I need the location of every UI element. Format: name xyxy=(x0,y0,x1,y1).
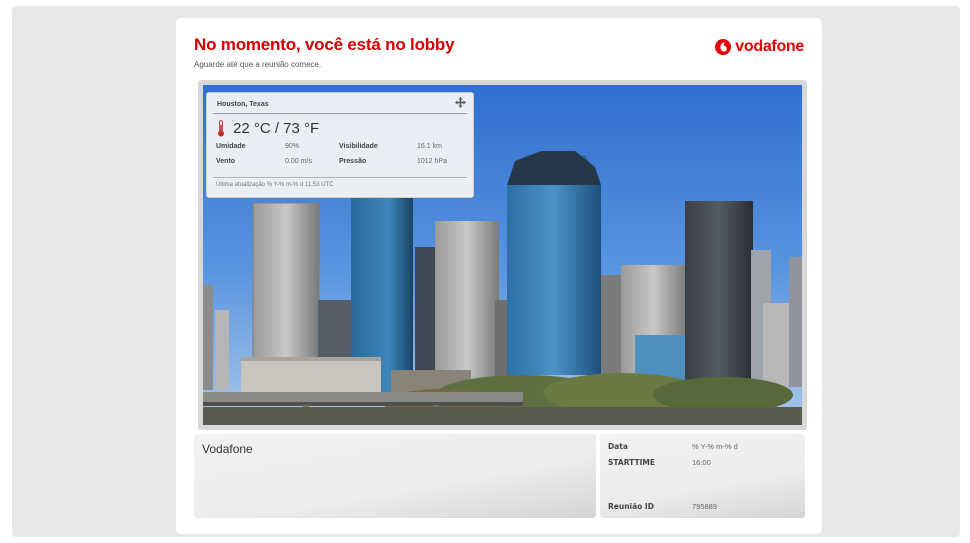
weather-divider xyxy=(213,113,467,114)
brand-name: vodafone xyxy=(735,38,804,55)
weather-temperature: 22 °C / 73 °F xyxy=(233,120,320,137)
thermometer-icon xyxy=(218,120,224,137)
meeting-id-value: 795889 xyxy=(692,502,718,511)
meeting-id-label: Reunião ID xyxy=(608,502,654,511)
humidity-value: 90% xyxy=(285,143,300,150)
move-icon[interactable] xyxy=(455,97,466,108)
start-time-value: 16:00 xyxy=(692,458,711,467)
page-title: No momento, você está no lobby xyxy=(194,35,455,54)
start-time-label: STARTTIME xyxy=(608,458,655,467)
visibility-value: 16.1 km xyxy=(417,143,442,150)
lobby-card: No momento, você está no lobby Aguarde a… xyxy=(176,18,822,534)
visibility-label: Visibilidade xyxy=(339,143,378,150)
humidity-label: Umidade xyxy=(216,143,246,150)
pressure-value: 1012 hPa xyxy=(417,158,447,165)
wind-label: Vento xyxy=(216,158,236,165)
vodafone-logo-icon xyxy=(715,39,732,55)
weather-divider-bottom xyxy=(213,177,467,178)
weather-last-updated: Última atualização % Y-% m-% d 11:53 UTC xyxy=(216,182,334,188)
meeting-info-panel: Data % Y-% m-% d STARTTIME 16:00 Reunião… xyxy=(600,434,805,518)
weather-city: Houston, Texas xyxy=(217,101,269,108)
brand-logo: vodafone xyxy=(715,38,804,56)
meeting-organizer-panel: Vodafone xyxy=(194,434,596,518)
wind-value: 0.00 m/s xyxy=(285,158,312,165)
date-value: % Y-% m-% d xyxy=(692,442,738,451)
date-label: Data xyxy=(608,442,628,451)
pressure-label: Pressão xyxy=(339,158,367,165)
page-subtitle: Aguarde até que a reunião comece. xyxy=(194,60,322,69)
weather-widget: Houston, Texas 22 °C / 73 °F Umidade 90%… xyxy=(206,92,474,198)
meeting-organizer: Vodafone xyxy=(202,442,253,456)
